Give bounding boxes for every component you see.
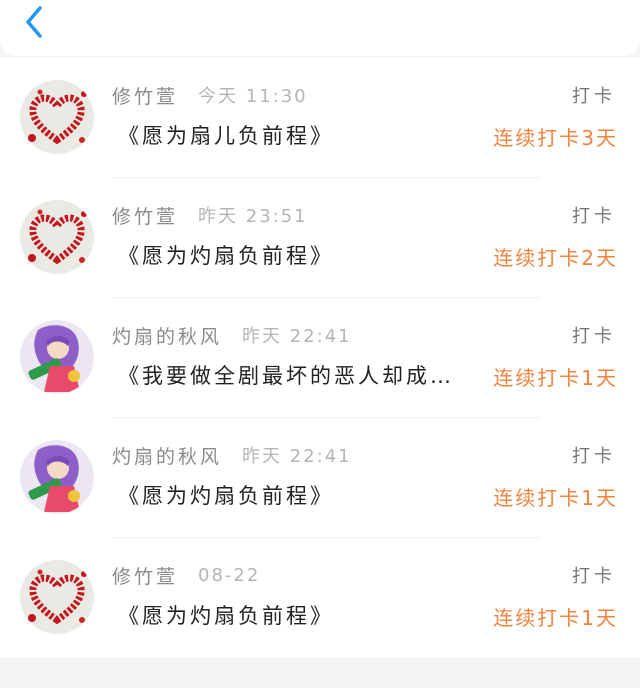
- checkin-list: 修竹萱 今天 11:30 打卡 《愿为扇儿负前程》 连续打卡3天 修竹萱 昨天 …: [0, 58, 640, 658]
- streak-label: 连续打卡2天: [493, 246, 618, 270]
- checkin-meta: 修竹萱 今天 11:30: [112, 82, 308, 108]
- checkin-tag: 打卡: [572, 446, 616, 467]
- red-heart-avatar-icon: [20, 80, 94, 154]
- timestamp: 昨天 22:41: [242, 446, 352, 467]
- user-name[interactable]: 修竹萱: [112, 202, 178, 229]
- checkin-meta: 灼扇的秋风 昨天 22:41: [112, 442, 352, 468]
- chevron-left-icon: [26, 6, 42, 38]
- timestamp: 08-22: [198, 564, 261, 586]
- user-name[interactable]: 修竹萱: [112, 82, 178, 109]
- checkin-item[interactable]: 修竹萱 08-22 打卡 《愿为灼扇负前程》 连续打卡1天: [0, 538, 640, 658]
- bottom-spacer: [0, 658, 640, 688]
- timestamp: 今天 11:30: [198, 86, 308, 107]
- checkin-tag: 打卡: [572, 566, 616, 587]
- checkin-meta: 修竹萱 08-22: [112, 562, 260, 588]
- work-title[interactable]: 《愿为灼扇负前程》: [118, 600, 486, 630]
- user-name[interactable]: 灼扇的秋风: [112, 442, 222, 469]
- streak-label: 连续打卡3天: [493, 126, 618, 150]
- top-bar: [0, 0, 640, 56]
- avatar[interactable]: [20, 440, 94, 514]
- work-title[interactable]: 《愿为灼扇负前程》: [118, 240, 486, 270]
- checkin-item[interactable]: 灼扇的秋风 昨天 22:41 打卡 《我要做全剧最坏的恶人却成… 连续打卡1天: [0, 298, 640, 418]
- anime-character-avatar-icon: [20, 320, 94, 394]
- user-name[interactable]: 修竹萱: [112, 562, 178, 589]
- red-heart-avatar-icon: [20, 560, 94, 634]
- checkin-tag: 打卡: [572, 206, 616, 227]
- work-title[interactable]: 《愿为扇儿负前程》: [118, 120, 486, 150]
- avatar[interactable]: [20, 200, 94, 274]
- timestamp: 昨天 22:41: [242, 326, 352, 347]
- timestamp: 昨天 23:51: [198, 206, 308, 227]
- avatar[interactable]: [20, 560, 94, 634]
- red-heart-avatar-icon: [20, 200, 94, 274]
- streak-label: 连续打卡1天: [493, 486, 618, 510]
- checkin-meta: 灼扇的秋风 昨天 22:41: [112, 322, 352, 348]
- checkin-tag: 打卡: [572, 86, 616, 107]
- user-name[interactable]: 灼扇的秋风: [112, 322, 222, 349]
- checkin-item[interactable]: 灼扇的秋风 昨天 22:41 打卡 《愿为灼扇负前程》 连续打卡1天: [0, 418, 640, 538]
- checkin-tag: 打卡: [572, 326, 616, 347]
- streak-label: 连续打卡1天: [493, 366, 618, 390]
- anime-character-avatar-icon: [20, 440, 94, 514]
- work-title[interactable]: 《我要做全剧最坏的恶人却成…: [118, 360, 486, 390]
- checkin-item[interactable]: 修竹萱 今天 11:30 打卡 《愿为扇儿负前程》 连续打卡3天: [0, 58, 640, 178]
- streak-label: 连续打卡1天: [493, 606, 618, 630]
- checkin-meta: 修竹萱 昨天 23:51: [112, 202, 308, 228]
- checkin-item[interactable]: 修竹萱 昨天 23:51 打卡 《愿为灼扇负前程》 连续打卡2天: [0, 178, 640, 298]
- back-button[interactable]: [14, 2, 54, 42]
- avatar[interactable]: [20, 320, 94, 394]
- work-title[interactable]: 《愿为灼扇负前程》: [118, 480, 486, 510]
- avatar[interactable]: [20, 80, 94, 154]
- checkin-list-page: 修竹萱 今天 11:30 打卡 《愿为扇儿负前程》 连续打卡3天 修竹萱 昨天 …: [0, 0, 640, 688]
